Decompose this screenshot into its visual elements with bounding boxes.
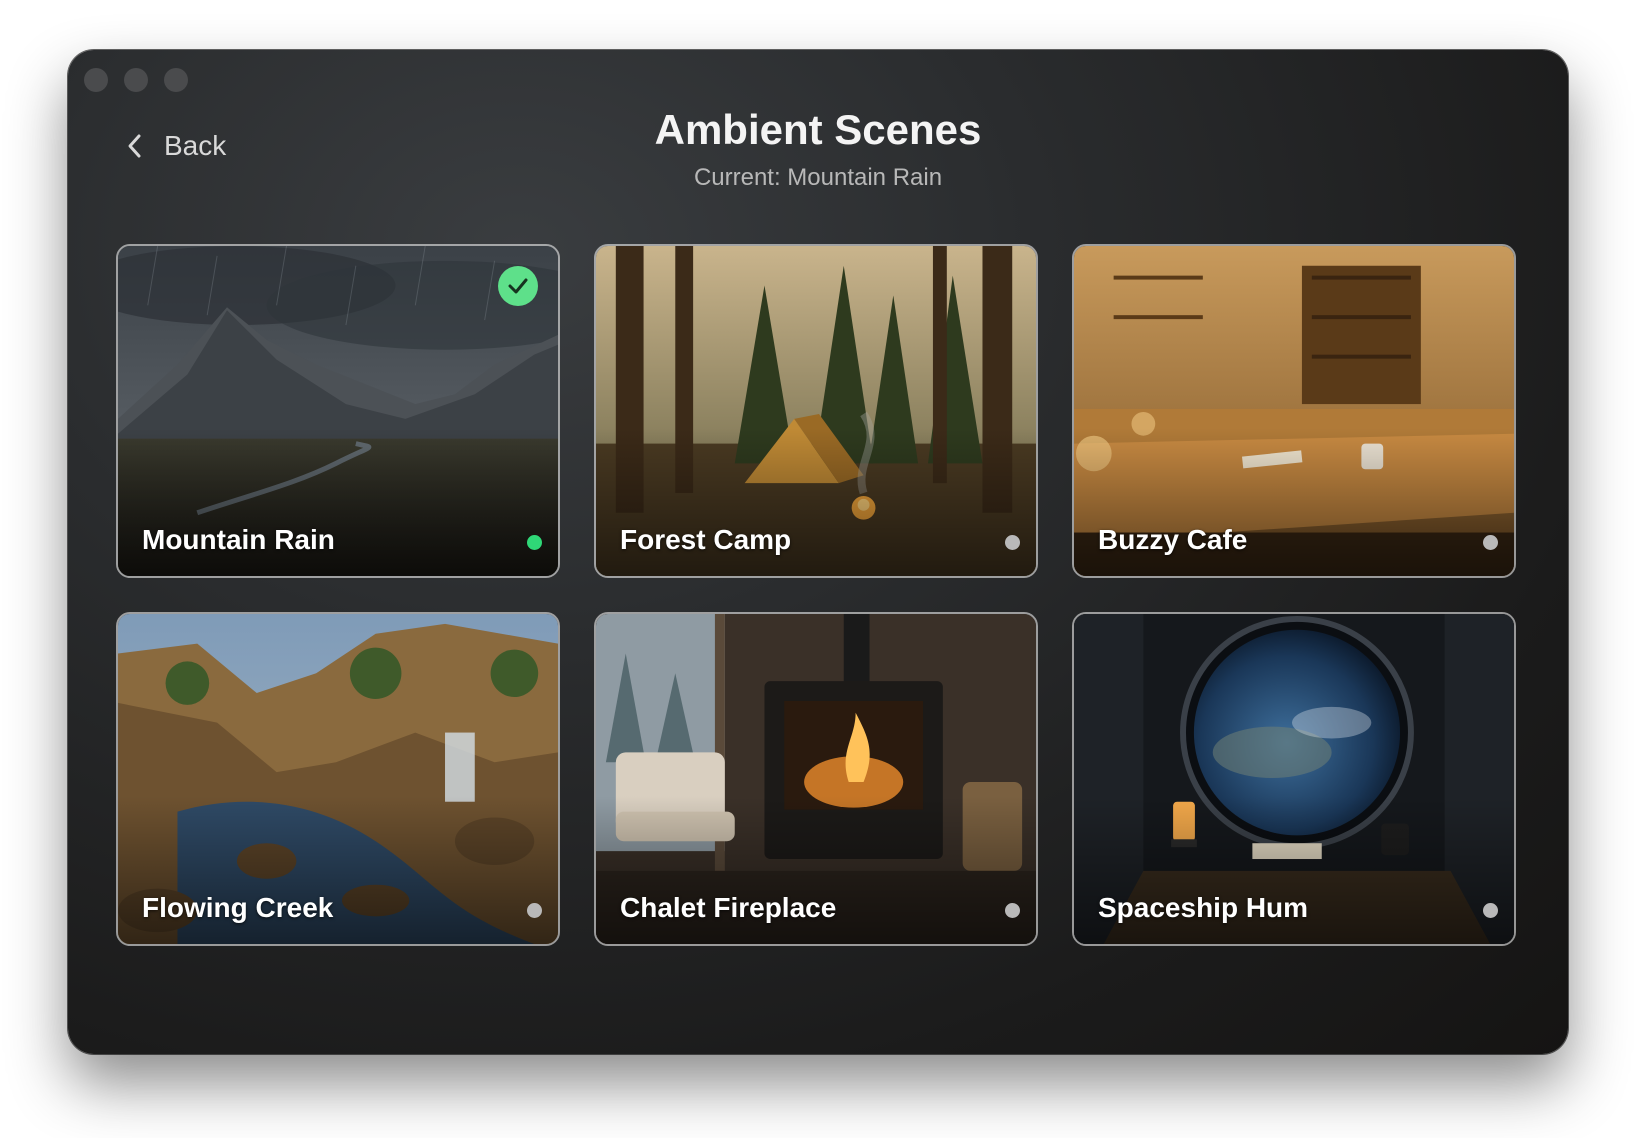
zoom-window-button[interactable]: [164, 68, 188, 92]
scene-card-forest-camp[interactable]: Forest Camp: [594, 244, 1038, 578]
status-dot-active: [527, 535, 542, 550]
scene-card-chalet-fireplace[interactable]: Chalet Fireplace: [594, 612, 1038, 946]
scene-grid: Mountain Rain Forest Camp Buzzy Cafe Flo…: [116, 244, 1518, 946]
scene-name: Flowing Creek: [142, 892, 334, 923]
scene-name: Spaceship Hum: [1098, 892, 1309, 923]
window-controls: [84, 68, 188, 92]
scene-name: Mountain Rain: [142, 524, 335, 555]
scene-card-flowing-creek[interactable]: Flowing Creek: [116, 612, 560, 946]
status-dot-inactive: [1483, 903, 1498, 918]
page-title: Ambient Scenes: [654, 106, 982, 153]
status-dot-inactive: [1005, 903, 1020, 918]
scene-card-mountain-rain[interactable]: Mountain Rain: [116, 244, 560, 578]
status-dot-inactive: [1005, 535, 1020, 550]
app-window: Back Ambient Scenes Current: Mountain Ra…: [68, 50, 1568, 1054]
scene-name: Buzzy Cafe: [1098, 524, 1248, 555]
selected-check-icon: [498, 266, 538, 306]
scene-name: Chalet Fireplace: [620, 892, 837, 923]
scene-name: Forest Camp: [620, 524, 792, 555]
minimize-window-button[interactable]: [124, 68, 148, 92]
status-dot-inactive: [1483, 535, 1498, 550]
close-window-button[interactable]: [84, 68, 108, 92]
status-dot-inactive: [527, 903, 542, 918]
scene-card-spaceship-hum[interactable]: Spaceship Hum: [1072, 612, 1516, 946]
scene-card-buzzy-cafe[interactable]: Buzzy Cafe: [1072, 244, 1516, 578]
current-scene-subtitle: Current: Mountain Rain: [693, 164, 943, 191]
